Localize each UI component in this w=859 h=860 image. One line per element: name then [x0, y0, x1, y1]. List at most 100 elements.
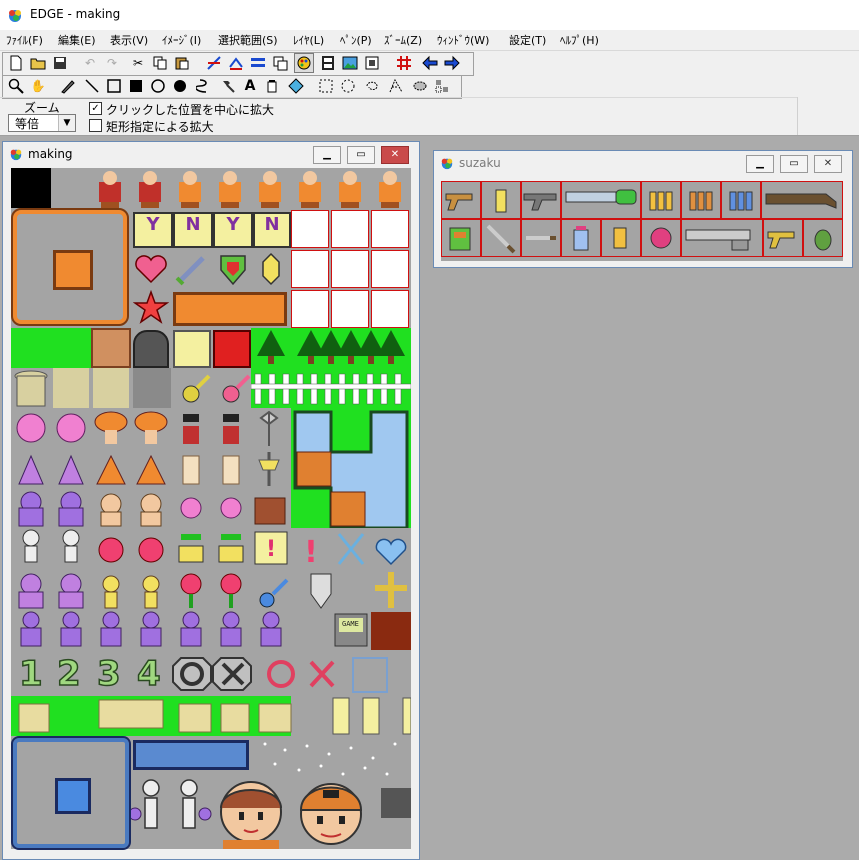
no-sign-2: N	[253, 212, 291, 248]
ammo-cell-3	[721, 181, 761, 219]
making-window-titlebar[interactable]: making ▁ ▭ ✕	[3, 142, 419, 166]
hand-icon[interactable]: ✋	[28, 76, 48, 96]
grass-path-row	[11, 696, 411, 736]
edge-app-icon	[9, 10, 21, 22]
minimize-button[interactable]: ▁	[313, 146, 341, 164]
pattern-icon[interactable]	[248, 53, 268, 73]
decor-row: !	[304, 533, 407, 570]
number-4: 4	[136, 653, 161, 695]
circle-fill-icon[interactable]	[170, 76, 190, 96]
film-icon[interactable]	[318, 53, 338, 73]
grid-cell	[291, 210, 329, 248]
color-select-icon[interactable]	[432, 76, 452, 96]
hammer-icon[interactable]	[218, 76, 238, 96]
suzaku-window-titlebar[interactable]: suzaku ▁ ▭ ✕	[434, 151, 852, 175]
text-icon[interactable]: A	[240, 76, 260, 96]
yes-sign-2: Y	[213, 212, 253, 248]
black-tile	[11, 168, 51, 208]
grid-cell	[371, 250, 409, 288]
yellow-door-tile	[173, 330, 211, 368]
menu-layer[interactable]: ﾚｲﾔ(L)	[293, 32, 324, 48]
layer-icon[interactable]	[270, 53, 290, 73]
copy-icon[interactable]	[150, 53, 170, 73]
arrow-right-icon[interactable]	[442, 53, 462, 73]
maximize-button[interactable]: ▭	[780, 155, 808, 173]
image-icon[interactable]	[340, 53, 360, 73]
redo-icon[interactable]: ↷	[102, 53, 122, 73]
save-icon[interactable]	[50, 53, 70, 73]
suzaku-window[interactable]: suzaku ▁ ▭ ✕	[433, 150, 853, 268]
fill-diamond-icon[interactable]	[286, 76, 306, 96]
pen-icon[interactable]	[58, 76, 78, 96]
chevron-down-icon[interactable]: ▼	[58, 115, 75, 131]
line-icon[interactable]	[82, 76, 102, 96]
rect-fill-icon[interactable]	[126, 76, 146, 96]
tree-row	[251, 328, 411, 368]
menu-zoom[interactable]: ｽﾞｰﾑ(Z)	[384, 32, 422, 48]
open-folder-icon[interactable]	[28, 53, 48, 73]
item-cell-knife	[481, 219, 521, 257]
svg-text:!: !	[304, 535, 318, 570]
rect-select-icon[interactable]	[316, 76, 336, 96]
main-toolbar: ↶ ↷ ✂	[0, 52, 480, 76]
magic-lasso-icon[interactable]	[410, 76, 430, 96]
making-canvas[interactable]: Y N Y N ! ! GAME 1 2 3 4	[11, 168, 411, 850]
weapon-cell-pistol	[441, 181, 481, 219]
polygon-select-icon[interactable]	[386, 76, 406, 96]
grid-cell	[331, 290, 369, 328]
menu-window[interactable]: ｳｨﾝﾄﾞｳ(W)	[437, 32, 489, 48]
edge-doc-icon	[441, 158, 453, 170]
page-icon[interactable]	[362, 53, 382, 73]
toolbar-separator	[0, 97, 798, 98]
ellipse-select-icon[interactable]	[338, 76, 358, 96]
center-zoom-checkbox[interactable]: ✓	[89, 102, 102, 115]
grid-arrange-icon[interactable]	[204, 53, 224, 73]
curve-icon[interactable]	[194, 76, 214, 96]
menu-image[interactable]: ｲﾒｰｼﾞ(I)	[162, 32, 201, 48]
close-button[interactable]: ✕	[814, 155, 842, 173]
pillar-row	[14, 368, 251, 408]
number-1: 1	[18, 653, 43, 695]
weapon-cell-revolver	[521, 181, 561, 219]
ammo-cell-1	[641, 181, 681, 219]
mirror-icon[interactable]	[226, 53, 246, 73]
weapon-cell-raygun	[561, 181, 641, 219]
circle-outline-icon[interactable]	[148, 76, 168, 96]
menu-view[interactable]: 表示(V)	[110, 32, 148, 48]
magnifier-icon[interactable]	[6, 76, 26, 96]
weapon-cell-launcher	[681, 219, 763, 257]
menu-help[interactable]: ﾍﾙﾌﾟ(H)	[560, 32, 599, 48]
maximize-button[interactable]: ▭	[347, 146, 375, 164]
suzaku-window-title: suzaku	[459, 156, 501, 170]
palette-icon[interactable]	[294, 53, 314, 73]
minimize-button[interactable]: ▁	[746, 155, 774, 173]
arrow-left-icon[interactable]	[420, 53, 440, 73]
item-cell-bottle	[561, 219, 601, 257]
undo-icon[interactable]: ↶	[80, 53, 100, 73]
grid-icon[interactable]	[394, 53, 414, 73]
new-file-icon[interactable]	[6, 53, 26, 73]
creature-sprites: !	[16, 410, 288, 565]
tools-toolbar: ✋ A	[0, 75, 470, 99]
menu-pen[interactable]: ﾍﾟﾝ(P)	[340, 32, 372, 48]
item-cell-dagger	[521, 219, 561, 257]
grid-cell	[291, 290, 329, 328]
menu-edit[interactable]: 編集(E)	[58, 32, 96, 48]
lasso-icon[interactable]	[362, 76, 382, 96]
cut-icon[interactable]: ✂	[128, 53, 148, 73]
menu-selection[interactable]: 選択範囲(S)	[218, 32, 278, 48]
close-button[interactable]: ✕	[381, 146, 409, 164]
item-cell-bell	[601, 219, 641, 257]
number-3: 3	[96, 653, 121, 695]
rect-outline-icon[interactable]	[104, 76, 124, 96]
zoom-select[interactable]: 等倍 ▼	[8, 114, 76, 132]
rect-zoom-checkbox[interactable]	[89, 119, 102, 132]
bucket-icon[interactable]	[262, 76, 282, 96]
edge-doc-icon	[10, 149, 22, 161]
menu-settings[interactable]: 設定(T)	[509, 32, 546, 48]
paste-icon[interactable]	[172, 53, 192, 73]
making-window[interactable]: making ▁ ▭ ✕ Y N Y N ! ! GAME 1 2 3 4	[2, 141, 420, 860]
red-door-tile	[213, 330, 251, 368]
suzaku-canvas[interactable]	[441, 181, 843, 261]
menu-file[interactable]: ﾌｧｲﾙ(F)	[6, 32, 43, 48]
